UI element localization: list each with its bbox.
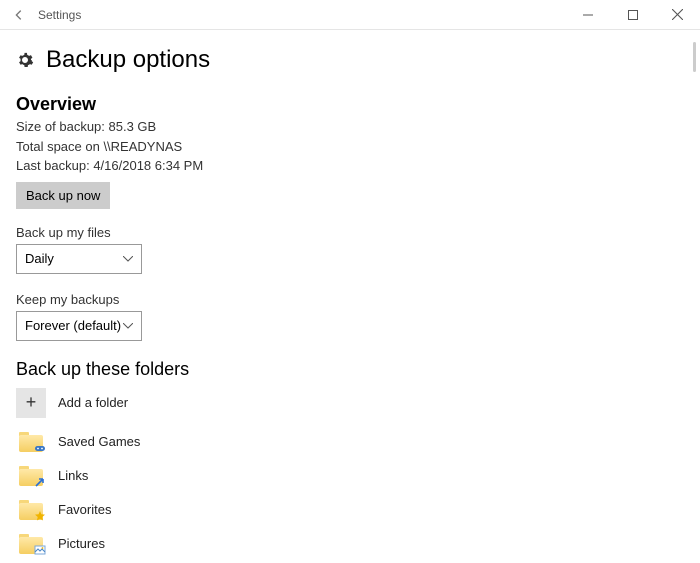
backup-files-value: Daily: [25, 251, 54, 266]
plus-icon: +: [16, 388, 46, 418]
folder-item-favorites[interactable]: Favorites: [16, 500, 684, 520]
chevron-down-icon: [123, 323, 133, 329]
link-icon: [34, 476, 46, 488]
folder-label: Saved Games: [58, 434, 140, 449]
folder-icon: [19, 432, 43, 452]
keep-backups-label: Keep my backups: [16, 292, 684, 307]
backup-size: Size of backup: 85.3 GB: [16, 117, 684, 137]
back-button[interactable]: [8, 8, 30, 22]
backup-space: Total space on \\READYNAS: [16, 137, 684, 157]
folder-label: Favorites: [58, 502, 111, 517]
scrollbar[interactable]: [693, 42, 696, 72]
chevron-down-icon: [123, 256, 133, 262]
picture-icon: [34, 544, 46, 556]
titlebar: Settings: [0, 0, 700, 30]
folder-item-saved-games[interactable]: Saved Games: [16, 432, 684, 452]
controller-icon: [34, 442, 46, 454]
backup-files-select[interactable]: Daily: [16, 244, 142, 274]
page-header: Backup options: [16, 46, 684, 74]
last-backup: Last backup: 4/16/2018 6:34 PM: [16, 156, 684, 176]
gear-icon: [16, 51, 34, 69]
minimize-button[interactable]: [565, 0, 610, 30]
folder-icon: [19, 534, 43, 554]
folder-icon: [19, 466, 43, 486]
add-folder-label: Add a folder: [58, 395, 128, 410]
backup-now-button[interactable]: Back up now: [16, 182, 110, 209]
close-button[interactable]: [655, 0, 700, 30]
page-title: Backup options: [46, 46, 210, 74]
folder-icon: [19, 500, 43, 520]
back-icon: [12, 8, 26, 22]
keep-backups-value: Forever (default): [25, 318, 121, 333]
overview-heading: Overview: [16, 94, 684, 115]
add-folder-button[interactable]: + Add a folder: [16, 388, 684, 418]
maximize-icon: [628, 10, 638, 20]
star-icon: [34, 510, 46, 522]
maximize-button[interactable]: [610, 0, 655, 30]
close-icon: [672, 9, 683, 20]
folder-item-pictures[interactable]: Pictures: [16, 534, 684, 554]
minimize-icon: [583, 10, 593, 20]
keep-backups-select[interactable]: Forever (default): [16, 311, 142, 341]
folder-label: Links: [58, 468, 88, 483]
folder-item-links[interactable]: Links: [16, 466, 684, 486]
window-buttons: [565, 0, 700, 30]
content-area: Backup options Overview Size of backup: …: [0, 30, 700, 563]
window-title: Settings: [38, 8, 81, 22]
folders-heading: Back up these folders: [16, 359, 684, 380]
folder-label: Pictures: [58, 536, 105, 551]
backup-files-label: Back up my files: [16, 225, 684, 240]
